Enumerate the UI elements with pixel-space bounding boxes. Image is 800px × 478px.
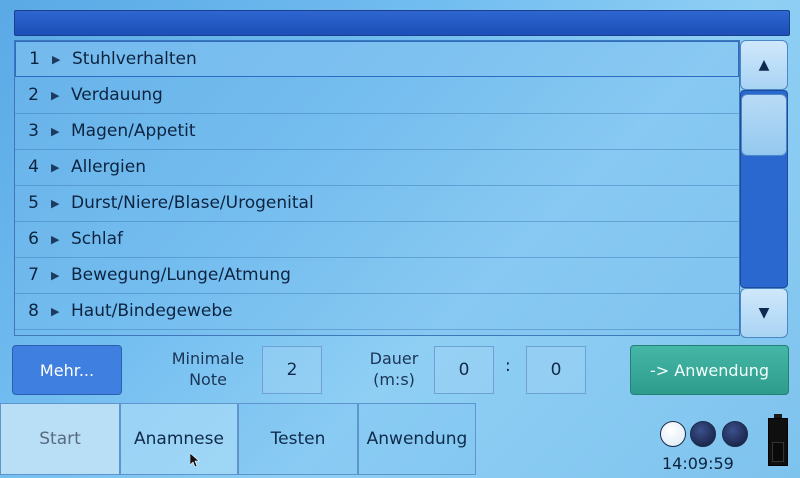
mouse-cursor-icon — [190, 453, 200, 467]
duration-minutes-input[interactable]: 0 — [434, 346, 494, 394]
list-item[interactable]: 3 ▶ Magen/Appetit — [15, 113, 739, 150]
expand-arrow-icon: ▶ — [51, 304, 60, 318]
tab-testen[interactable]: Testen — [238, 403, 358, 475]
battery-icon — [768, 414, 788, 466]
duration-label: Dauer (m:s) — [369, 349, 419, 389]
duration-separator: : — [505, 356, 511, 376]
list-item[interactable]: 2 ▶ Verdauung — [15, 77, 739, 114]
list-item[interactable]: 1 ▶ Stuhlverhalten — [15, 41, 739, 77]
list-scrollbar[interactable]: ▲ ▼ — [740, 40, 788, 338]
min-note-input[interactable]: 2 — [262, 346, 322, 394]
list-item-number: 4 — [28, 157, 39, 177]
list-item-number: 3 — [28, 121, 39, 141]
list-item[interactable]: 5 ▶ Durst/Niere/Blase/Urogenital — [15, 185, 739, 222]
tab-start[interactable]: Start — [0, 403, 120, 475]
header-bar — [14, 10, 790, 36]
tab-anwendung[interactable]: Anwendung — [358, 403, 476, 475]
list-item-number: 6 — [28, 229, 39, 249]
list-item[interactable]: 4 ▶ Allergien — [15, 149, 739, 186]
expand-arrow-icon: ▶ — [51, 88, 60, 102]
expand-arrow-icon: ▶ — [51, 232, 60, 246]
status-indicator-icon — [690, 421, 716, 447]
expand-arrow-icon: ▶ — [51, 268, 60, 282]
duration-seconds-input[interactable]: 0 — [526, 346, 586, 394]
list-item[interactable]: 6 ▶ Schlaf — [15, 221, 739, 258]
status-indicator-icon — [722, 421, 748, 447]
scroll-down-button[interactable]: ▼ — [740, 288, 788, 338]
list-item-label: Verdauung — [71, 85, 163, 105]
list-item-number: 5 — [28, 193, 39, 213]
status-indicator-icon — [660, 421, 686, 447]
clock: 14:09:59 — [662, 454, 734, 473]
apply-button[interactable]: -> Anwendung — [630, 345, 789, 395]
triangle-up-icon: ▲ — [758, 57, 770, 73]
list-item-number: 8 — [28, 301, 39, 321]
scroll-thumb[interactable] — [741, 94, 787, 156]
list-item-label: Stuhlverhalten — [72, 49, 197, 69]
list-item-number: 2 — [28, 85, 39, 105]
triangle-down-icon: ▼ — [758, 305, 770, 321]
list-item-label: Schlaf — [71, 229, 124, 249]
list-item-label: Bewegung/Lunge/Atmung — [71, 265, 291, 285]
list-item-number: 1 — [29, 49, 40, 69]
list-item-label: Haut/Bindegewebe — [71, 301, 233, 321]
list-item-label: Magen/Appetit — [71, 121, 196, 141]
expand-arrow-icon: ▶ — [51, 196, 60, 210]
list-item[interactable]: 8 ▶ Haut/Bindegewebe — [15, 293, 739, 330]
tab-anamnese[interactable]: Anamnese — [120, 403, 238, 475]
scroll-up-button[interactable]: ▲ — [740, 40, 788, 90]
min-note-label: Minimale Note — [171, 349, 245, 389]
list-item-label: Allergien — [71, 157, 146, 177]
more-button[interactable]: Mehr... — [12, 345, 122, 395]
expand-arrow-icon: ▶ — [51, 124, 60, 138]
expand-arrow-icon: ▶ — [52, 52, 61, 66]
expand-arrow-icon: ▶ — [51, 160, 60, 174]
list-item-number: 7 — [28, 265, 39, 285]
list-item-label: Durst/Niere/Blase/Urogenital — [71, 193, 314, 213]
category-list: 1 ▶ Stuhlverhalten 2 ▶ Verdauung 3 ▶ Mag… — [14, 40, 740, 336]
list-item[interactable]: 7 ▶ Bewegung/Lunge/Atmung — [15, 257, 739, 294]
